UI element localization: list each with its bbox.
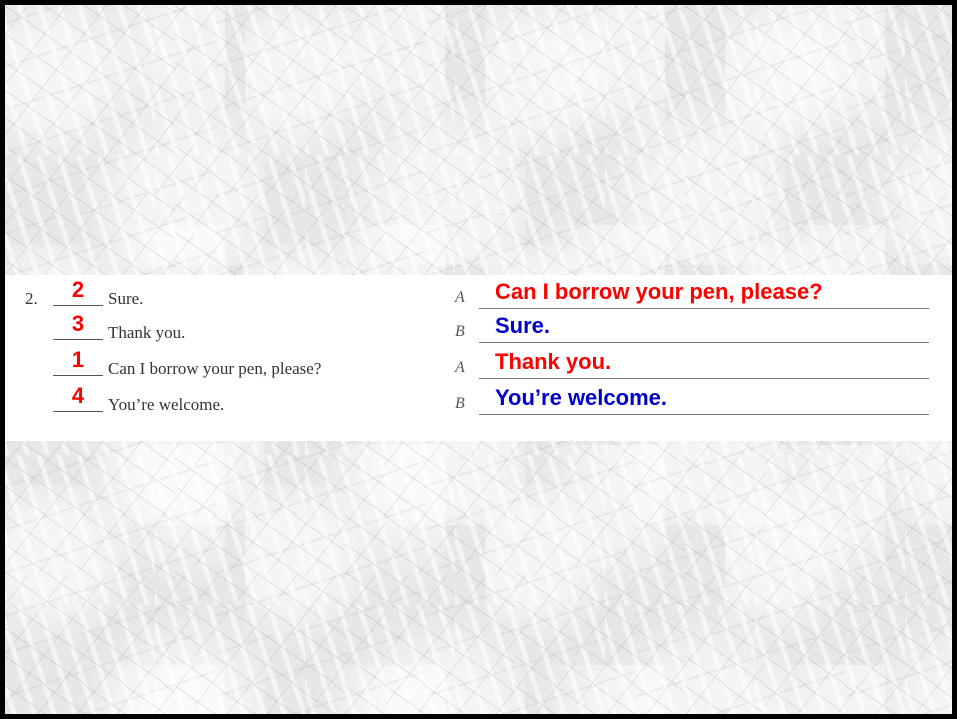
exercise-row: 3 Thank you. B Sure. <box>5 309 952 343</box>
speaker-label: B <box>455 395 465 412</box>
speaker-label: B <box>455 323 465 340</box>
order-number: 2 <box>71 277 85 302</box>
exercise-row: 4 You’re welcome. B You’re welcome. <box>5 381 952 415</box>
order-blank: 3 <box>53 311 103 340</box>
order-number: 3 <box>71 311 85 336</box>
order-blank: 4 <box>53 383 103 412</box>
order-blank: 2 <box>53 277 103 306</box>
answer-text: Can I borrow your pen, please? <box>495 279 823 304</box>
order-number: 1 <box>71 347 85 372</box>
exercise-panel: 2. 2 Sure. A Can I borrow your pen, plea… <box>5 275 952 441</box>
sentence-text: You’re welcome. <box>108 395 225 414</box>
answer-line: Sure. <box>479 313 929 343</box>
sentence-text: Thank you. <box>108 323 186 342</box>
exercise-row: 1 Can I borrow your pen, please? A Thank… <box>5 345 952 379</box>
slide: 2. 2 Sure. A Can I borrow your pen, plea… <box>5 5 952 714</box>
answer-text: Thank you. <box>495 349 612 374</box>
order-number: 4 <box>71 383 85 408</box>
speaker-label: A <box>455 359 465 376</box>
answer-line: You’re welcome. <box>479 385 929 415</box>
answer-line: Can I borrow your pen, please? <box>479 279 929 309</box>
exercise-number: 2. <box>25 289 38 308</box>
speaker-label: A <box>455 289 465 306</box>
answer-line: Thank you. <box>479 349 929 379</box>
answer-text: You’re welcome. <box>495 385 667 410</box>
exercise-row: 2. 2 Sure. A Can I borrow your pen, plea… <box>5 275 952 309</box>
answer-text: Sure. <box>495 313 551 338</box>
order-blank: 1 <box>53 347 103 376</box>
sentence-text: Can I borrow your pen, please? <box>108 359 322 378</box>
sentence-text: Sure. <box>108 289 144 308</box>
